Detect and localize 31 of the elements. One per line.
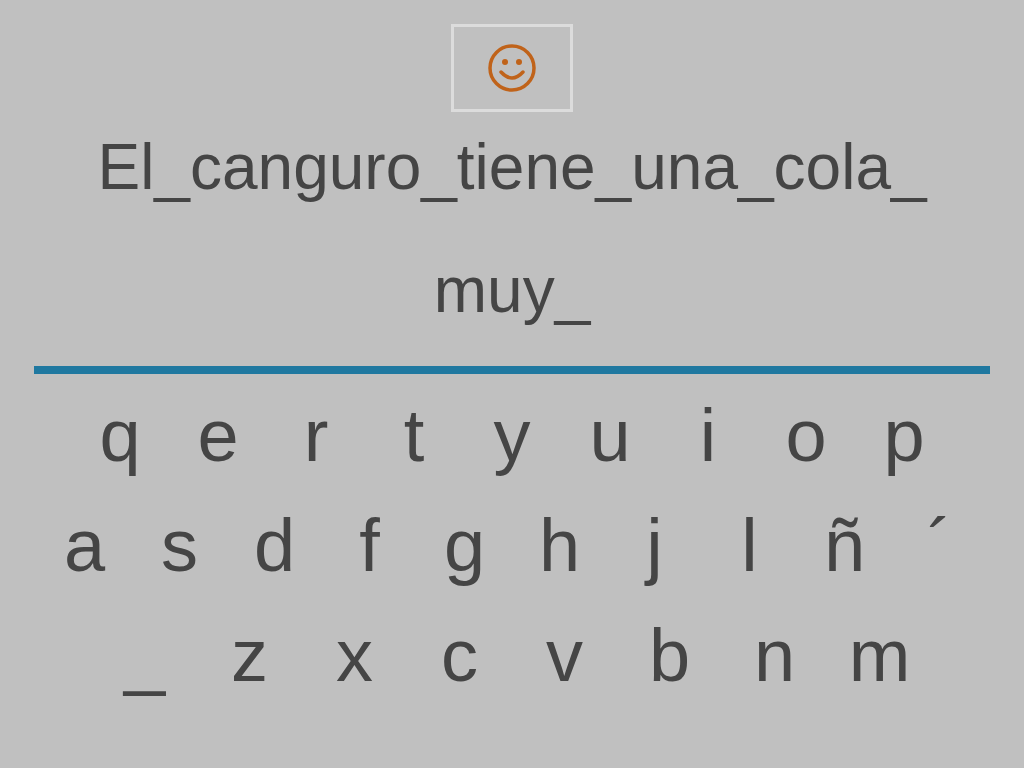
letter-key[interactable]: f (322, 506, 417, 586)
letter-key[interactable]: b (617, 616, 722, 696)
sentence-text: muy_ (433, 253, 591, 328)
letter-key[interactable]: v (512, 616, 617, 696)
letter-key[interactable]: t (365, 396, 463, 476)
sentence-text: El_canguro_tiene_una_cola_ (97, 130, 927, 205)
smiley-icon (486, 42, 538, 94)
letter-key[interactable]: a (37, 506, 132, 586)
letter-key[interactable]: x (302, 616, 407, 696)
letter-key[interactable]: d (227, 506, 322, 586)
hint-button[interactable] (451, 24, 573, 112)
letter-key[interactable]: s (132, 506, 227, 586)
letter-key[interactable]: i (659, 396, 757, 476)
letter-key[interactable]: u (561, 396, 659, 476)
letter-key[interactable]: _ (92, 616, 197, 696)
letter-key[interactable]: p (855, 396, 953, 476)
letter-key[interactable]: ´ (892, 506, 987, 586)
letter-key[interactable]: l (702, 506, 797, 586)
letter-key[interactable]: g (417, 506, 512, 586)
letter-key[interactable]: z (197, 616, 302, 696)
letter-key[interactable]: o (757, 396, 855, 476)
letter-key[interactable]: n (722, 616, 827, 696)
letter-key[interactable]: r (267, 396, 365, 476)
letter-key[interactable]: h (512, 506, 607, 586)
letter-key[interactable]: c (407, 616, 512, 696)
letter-key[interactable]: m (827, 616, 932, 696)
letter-key[interactable]: e (169, 396, 267, 476)
letter-key[interactable]: j (607, 506, 702, 586)
letter-key[interactable]: y (463, 396, 561, 476)
letter-key[interactable]: q (71, 396, 169, 476)
letter-key[interactable]: ñ (797, 506, 892, 586)
